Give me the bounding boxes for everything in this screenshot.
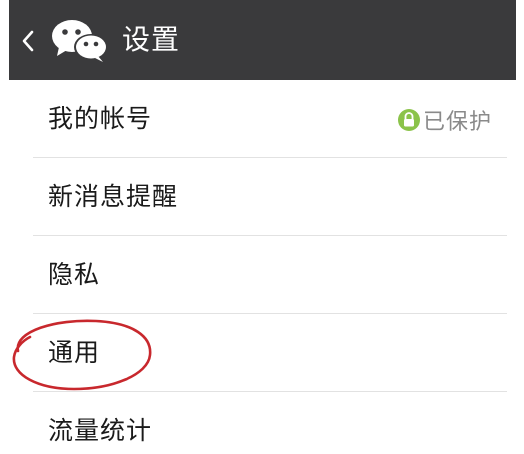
settings-item-label: 我的帐号 bbox=[48, 104, 153, 133]
settings-item-general[interactable]: 通用 bbox=[0, 314, 524, 392]
settings-item-label: 隐私 bbox=[48, 260, 101, 289]
page-title: 设置 bbox=[122, 23, 181, 56]
settings-item-data-usage[interactable]: 流量统计 bbox=[0, 392, 524, 454]
account-status-text: 已保护 bbox=[422, 110, 492, 135]
settings-item-label: 新消息提醒 bbox=[48, 182, 179, 211]
chevron-left-icon bbox=[22, 30, 34, 52]
settings-item-new-message-notification[interactable]: 新消息提醒 bbox=[0, 158, 524, 236]
settings-item-privacy[interactable]: 隐私 bbox=[0, 236, 524, 314]
back-button[interactable] bbox=[17, 26, 39, 56]
account-status: 已保护 bbox=[397, 104, 492, 136]
settings-item-my-account[interactable]: 我的帐号 已保护 bbox=[0, 80, 524, 158]
settings-list: 我的帐号 已保护 新消息提醒 隐私 通用 流量统计 bbox=[0, 80, 524, 454]
lock-icon bbox=[397, 109, 420, 131]
settings-screen: 设置 我的帐号 已保护 新消息提醒 隐私 通用 流量统计 bbox=[0, 0, 524, 454]
title-bar: 设置 bbox=[9, 0, 516, 80]
wechat-logo-icon bbox=[49, 18, 111, 62]
settings-item-label: 流量统计 bbox=[48, 416, 153, 445]
settings-item-label: 通用 bbox=[48, 338, 101, 367]
